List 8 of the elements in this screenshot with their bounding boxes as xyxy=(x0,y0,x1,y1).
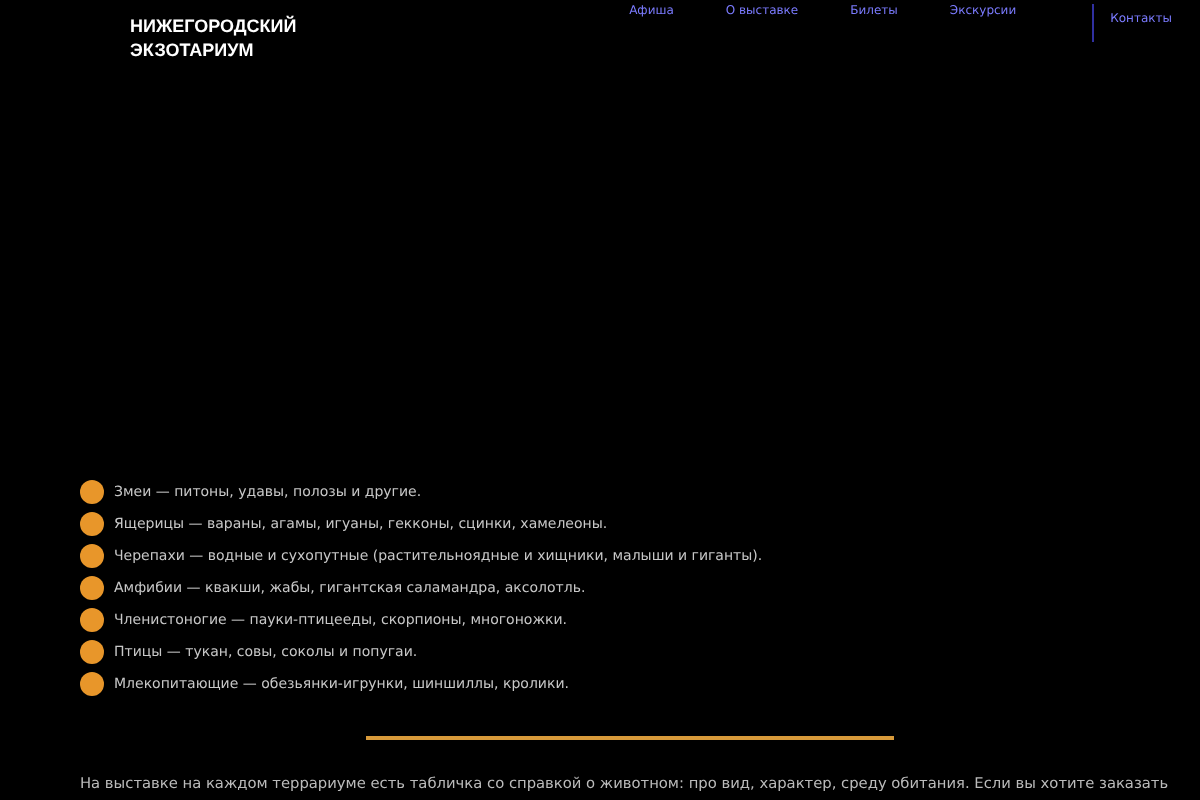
logo-text: НИЖЕГОРОДСКИЙ ЭКЗОТАРИУМ xyxy=(130,14,297,62)
bullet-icon xyxy=(80,575,104,599)
bullet-icon xyxy=(80,639,104,663)
bullet-icon xyxy=(80,671,104,695)
bullet-icon xyxy=(80,607,104,631)
bullet-icon xyxy=(80,479,104,503)
bullet-icon xyxy=(80,543,104,567)
bullet-icon xyxy=(80,511,104,535)
